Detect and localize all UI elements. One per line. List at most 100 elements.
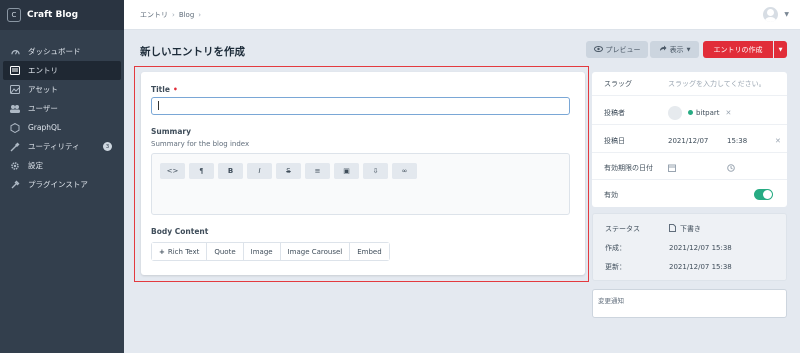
calendar-icon[interactable] — [668, 164, 676, 172]
clear-icon[interactable]: ✕ — [775, 137, 781, 145]
view-label: 表示 — [669, 45, 684, 54]
required-indicator: • — [172, 85, 178, 94]
sidebar-item-graphql[interactable]: GraphQL — [0, 118, 124, 137]
sidebar-item-label: ユーティリティ — [28, 142, 80, 151]
updated-label: 更新： — [605, 263, 626, 271]
utilities-icon — [10, 142, 20, 152]
chevron-down-icon: ▼ — [686, 46, 691, 53]
status-panel: ステータス 下書き 作成： 2021/12/07 15:38 更新： 2021/… — [592, 213, 787, 281]
rich-text-block-button[interactable]: + Rich Text — [152, 243, 208, 260]
code-button[interactable]: <> — [160, 163, 185, 179]
image-button[interactable]: ▣ — [334, 163, 359, 179]
preview-label: プレビュー — [605, 45, 641, 54]
sidebar-item-settings[interactable]: 設定 — [0, 156, 124, 175]
created-value: 2021/12/07 15:38 — [669, 244, 732, 252]
sidebar: C Craft Blog ダッシュボード エントリ アセット ユーザー Grap… — [0, 0, 124, 353]
clock-icon[interactable] — [727, 163, 735, 172]
sidebar-item-entries[interactable]: エントリ — [3, 61, 121, 80]
sidebar-item-label: ダッシュボード — [28, 47, 81, 56]
created-label: 作成： — [605, 244, 626, 252]
utilities-badge: 3 — [103, 142, 112, 151]
sidebar-item-label: ユーザー — [28, 104, 58, 113]
list-button[interactable]: ≡ — [305, 163, 330, 179]
chevron-down-icon: ▼ — [778, 46, 783, 53]
title-field-label: Title • — [151, 85, 178, 94]
summary-field-label: Summary — [151, 127, 192, 136]
summary-editor[interactable]: <> ¶ B I S ≡ ▣ ⇩ ∞ — [151, 153, 570, 215]
bold-button[interactable]: B — [218, 163, 243, 179]
quote-block-button[interactable]: Quote — [207, 243, 244, 260]
slug-label: スラッグ — [604, 79, 632, 88]
status-dot-icon — [688, 110, 693, 115]
italic-button[interactable]: I — [247, 163, 272, 179]
file-button[interactable]: ⇩ — [363, 163, 388, 179]
breadcrumb-entries[interactable]: エントリ — [140, 10, 168, 20]
enabled-label: 有効 — [604, 190, 618, 199]
status-label: ステータス — [605, 225, 640, 233]
title-label-text: Title — [151, 85, 170, 94]
entry-meta-panel: スラッグ スラッグを入力してください。 投稿者 bitpart ✕ 投稿日 20… — [592, 72, 787, 207]
text-caret — [158, 101, 159, 110]
slug-row: スラッグ スラッグを入力してください。 — [592, 72, 787, 96]
page-title: 新しいエントリを作成 — [140, 46, 245, 58]
image-carousel-block-button[interactable]: Image Carousel — [280, 243, 351, 260]
remove-icon[interactable]: ✕ — [726, 109, 732, 117]
sidebar-item-label: プラグインストア — [28, 180, 88, 189]
paragraph-button[interactable]: ¶ — [189, 163, 214, 179]
expiry-date-label: 有効期限の日付 — [604, 163, 653, 172]
strikethrough-button[interactable]: S — [276, 163, 301, 179]
breadcrumb-separator-icon: › — [198, 10, 202, 19]
embed-block-button[interactable]: Embed — [350, 243, 389, 260]
author-label: 投稿者 — [604, 108, 625, 117]
author-name: bitpart — [696, 108, 720, 117]
post-date-input[interactable]: 2021/12/07 — [668, 137, 708, 145]
sidebar-item-users[interactable]: ユーザー — [0, 99, 124, 118]
slug-input[interactable]: スラッグを入力してください。 — [668, 79, 766, 89]
body-field-label: Body Content — [151, 227, 209, 236]
create-options-button[interactable]: ▼ — [774, 41, 787, 58]
plugin-store-icon — [10, 180, 20, 190]
created-row: 作成： 2021/12/07 15:38 — [593, 239, 788, 257]
breadcrumb-blog[interactable]: Blog — [179, 11, 194, 19]
sidebar-item-assets[interactable]: アセット — [0, 80, 124, 99]
enabled-row: 有効 — [592, 182, 787, 207]
plus-icon: + — [159, 247, 165, 256]
brand[interactable]: C Craft Blog — [0, 0, 124, 30]
assets-icon — [10, 85, 20, 95]
create-entry-button[interactable]: エントリの作成 — [703, 41, 773, 58]
post-date-row: 投稿日 2021/12/07 15:38 ✕ — [592, 129, 787, 153]
top-bar: エントリ › Blog › ▼ — [124, 0, 800, 30]
user-avatar[interactable] — [763, 7, 778, 22]
author-field[interactable]: bitpart ✕ — [668, 105, 732, 120]
block-type-buttons: + Rich Text Quote Image Image Carousel E… — [151, 242, 390, 261]
link-button[interactable]: ∞ — [392, 163, 417, 179]
site-name: Craft Blog — [27, 10, 79, 20]
revision-notes-input[interactable]: 変更通知 — [592, 289, 787, 318]
sidebar-nav: ダッシュボード エントリ アセット ユーザー GraphQL ユーティリティ 3… — [0, 42, 124, 194]
status-text: 下書き — [680, 225, 701, 233]
sidebar-item-label: エントリ — [28, 66, 58, 75]
share-icon — [659, 45, 667, 54]
image-block-button[interactable]: Image — [243, 243, 281, 260]
post-time-input[interactable]: 15:38 — [727, 137, 747, 145]
sidebar-item-utilities[interactable]: ユーティリティ 3 — [0, 137, 124, 156]
sidebar-item-plugin-store[interactable]: プラグインストア — [0, 175, 124, 194]
entries-icon — [10, 66, 20, 76]
title-input[interactable] — [151, 97, 570, 115]
updated-row: 更新： 2021/12/07 15:38 — [593, 258, 788, 276]
editor-toolbar: <> ¶ B I S ≡ ▣ ⇩ ∞ — [160, 163, 421, 179]
enabled-toggle[interactable] — [754, 189, 773, 200]
expiry-date-row: 有効期限の日付 — [592, 156, 787, 180]
chevron-down-icon[interactable]: ▼ — [784, 11, 789, 18]
document-icon — [669, 224, 676, 234]
preview-button[interactable]: プレビュー — [586, 41, 648, 58]
craft-logo-icon: C — [7, 8, 21, 22]
sidebar-item-label: GraphQL — [28, 123, 62, 132]
status-row: ステータス 下書き — [593, 220, 788, 238]
sidebar-item-dashboard[interactable]: ダッシュボード — [0, 42, 124, 61]
avatar — [668, 105, 682, 120]
view-button[interactable]: 表示 ▼ — [650, 41, 699, 58]
revision-notes-placeholder: 変更通知 — [598, 297, 624, 305]
breadcrumb-separator-icon: › — [172, 10, 175, 19]
author-row: 投稿者 bitpart ✕ — [592, 101, 787, 125]
